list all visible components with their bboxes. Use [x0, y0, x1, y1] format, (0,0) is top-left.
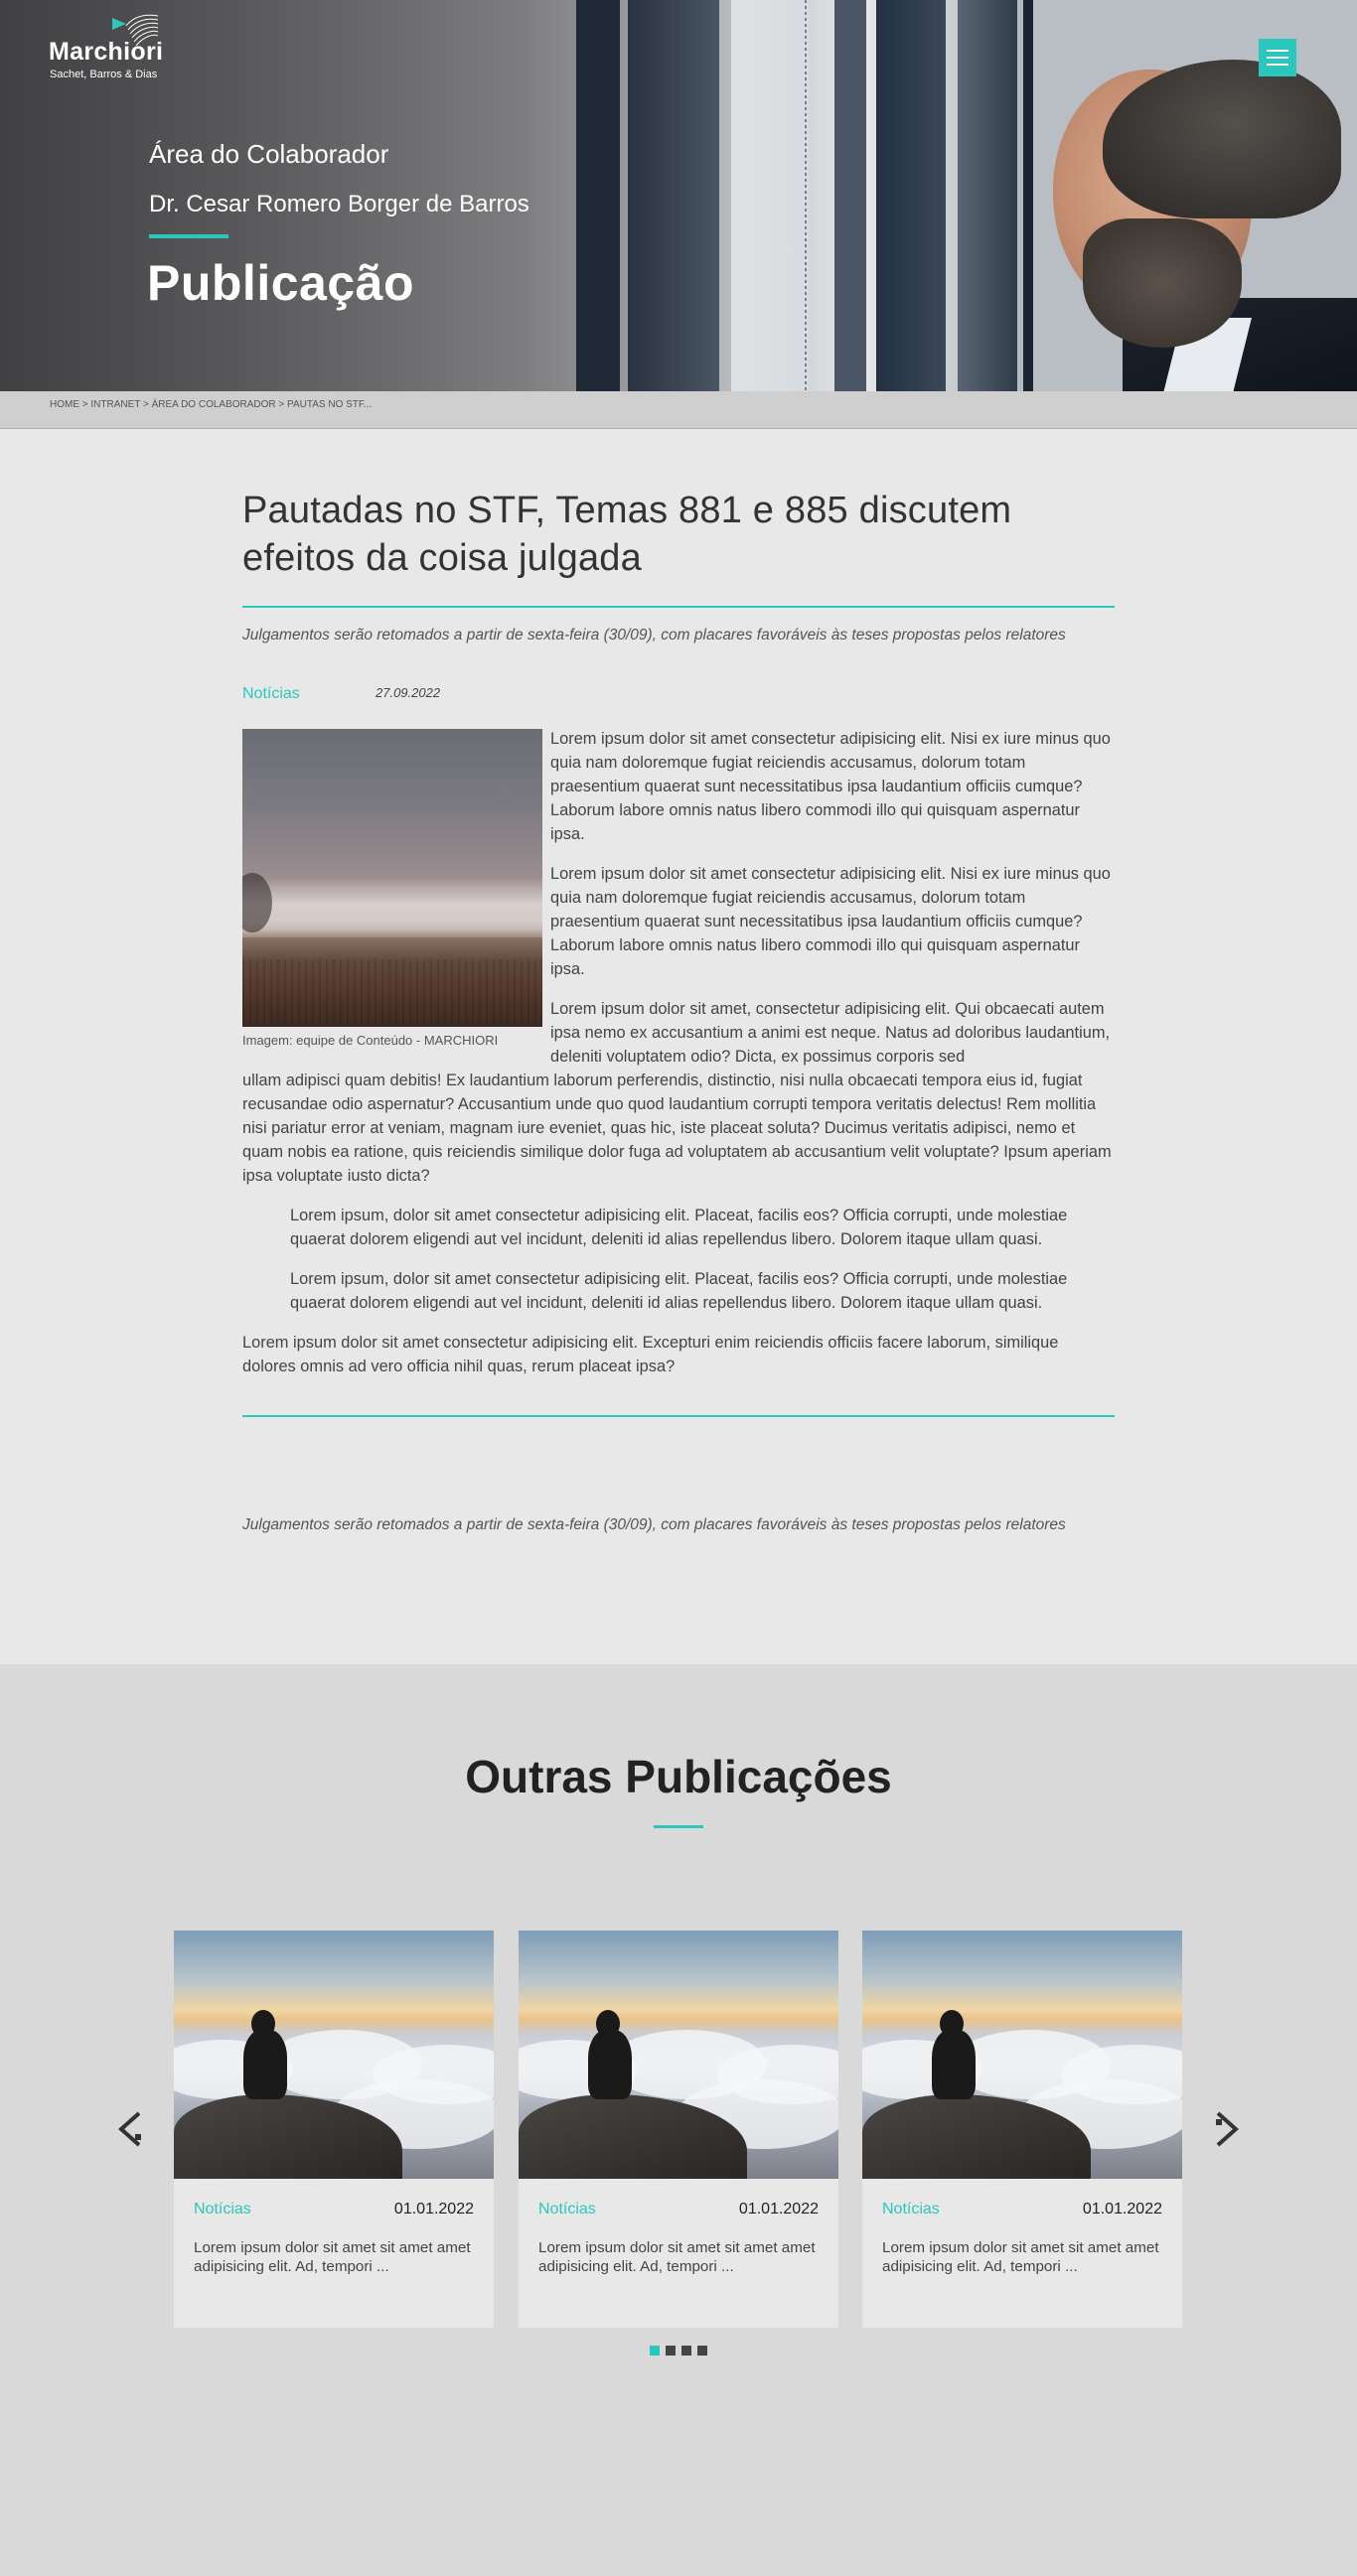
article-paragraph: Lorem ipsum dolor sit amet consectetur a…: [242, 1334, 1059, 1375]
card-excerpt: Lorem ipsum dolor sit amet sit amet amet…: [882, 2239, 1159, 2275]
card-image: [862, 1931, 1182, 2179]
publication-card[interactable]: Notícias 01.01.2022 Lorem ipsum dolor si…: [519, 1931, 838, 2328]
article-paragraph: Lorem ipsum dolor sit amet consectetur a…: [550, 865, 1111, 978]
image-fog: [242, 878, 542, 937]
card-person-head: [251, 2010, 275, 2038]
card-category-link[interactable]: Notícias: [882, 2201, 940, 2218]
divider: [242, 606, 1115, 608]
card-image: [519, 1931, 838, 2179]
chevron-right-icon: [1216, 2111, 1240, 2147]
card-category-link[interactable]: Notícias: [194, 2201, 251, 2218]
article-footer-subtitle: Julgamentos serão retomados a partir de …: [242, 1516, 1066, 1533]
card-excerpt: Lorem ipsum dolor sit amet sit amet amet…: [194, 2239, 471, 2275]
card-excerpt: Lorem ipsum dolor sit amet sit amet amet…: [538, 2239, 816, 2275]
image-caption: Imagem: equipe de Conteúdo - MARCHIORI: [242, 1033, 499, 1048]
article-title-line1: Pautadas no STF, Temas 881 e 885 discute…: [242, 490, 1012, 531]
card-date: 01.01.2022: [393, 2201, 474, 2218]
hamburger-icon: [1267, 64, 1288, 66]
article-date: 27.09.2022: [376, 685, 441, 700]
accent-bar: [654, 1825, 703, 1828]
article-category-link[interactable]: Notícias: [242, 685, 300, 703]
page-title: Publicação: [147, 255, 414, 311]
publication-card[interactable]: Notícias 01.01.2022 Lorem ipsum dolor si…: [862, 1931, 1182, 2328]
article-title: Pautadas no STF, Temas 881 e 885 discute…: [242, 487, 1115, 582]
pagination-dot[interactable]: [681, 2346, 691, 2356]
breadcrumb-link[interactable]: HOME > INTRANET > ÁREA DO COLABORADOR > …: [50, 399, 372, 410]
article-paragraph: Lorem ipsum dolor sit amet, consectetur …: [550, 1000, 1111, 1066]
article-figure: Imagem: equipe de Conteúdo - MARCHIORI: [242, 729, 542, 1048]
card-person: [243, 2030, 287, 2099]
article-subtitle: Julgamentos serão retomados a partir de …: [242, 627, 1066, 644]
brand-logo[interactable]: Marchiori Sachet, Barros & Dias: [49, 14, 198, 83]
hamburger-icon: [1267, 57, 1288, 59]
chevron-left-icon: [117, 2111, 141, 2147]
brand-subtitle: Sachet, Barros & Dias: [50, 69, 158, 80]
carousel-prev-button[interactable]: [111, 2105, 151, 2155]
pagination-dot[interactable]: [697, 2346, 707, 2356]
article-title-line2: efeitos da coisa julgada: [242, 537, 642, 579]
article-quote: Lorem ipsum, dolor sit amet consectetur …: [290, 1270, 1068, 1312]
card-person: [932, 2030, 976, 2099]
user-name: Dr. Cesar Romero Borger de Barros: [149, 191, 529, 217]
carousel-next-button[interactable]: [1206, 2105, 1246, 2155]
card-person-head: [596, 2010, 620, 2038]
article-quote: Lorem ipsum, dolor sit amet consectetur …: [290, 1207, 1068, 1248]
area-label: Área do Colaborador: [149, 139, 389, 169]
pagination-dot[interactable]: [666, 2346, 676, 2356]
article-paragraph: Lorem ipsum dolor sit amet consectetur a…: [550, 730, 1111, 843]
article-image: [242, 729, 542, 1027]
breadcrumb: HOME > INTRANET > ÁREA DO COLABORADOR > …: [0, 391, 1357, 429]
card-date: 01.01.2022: [1082, 2201, 1162, 2218]
card-person: [588, 2030, 632, 2099]
image-field: [242, 959, 542, 1027]
accent-bar: [149, 234, 228, 238]
section-title: Outras Publicações: [465, 1751, 892, 1802]
card-person-head: [940, 2010, 964, 2038]
card-image: [174, 1931, 494, 2179]
brand-name: Marchiori: [49, 38, 164, 66]
article-paragraph: ullam adipisci quam debitis! Ex laudanti…: [242, 1072, 1112, 1185]
hero-banner: Marchiori Sachet, Barros & Dias Área do …: [0, 0, 1357, 391]
divider: [242, 1415, 1115, 1417]
menu-button[interactable]: [1259, 39, 1296, 76]
card-category-link[interactable]: Notícias: [538, 2201, 596, 2218]
hamburger-icon: [1267, 50, 1288, 52]
pagination-dot-active[interactable]: [650, 2346, 660, 2356]
card-date: 01.01.2022: [738, 2201, 819, 2218]
article-meta: Notícias 27.09.2022: [242, 685, 1115, 705]
publication-card[interactable]: Notícias 01.01.2022 Lorem ipsum dolor si…: [174, 1931, 494, 2328]
